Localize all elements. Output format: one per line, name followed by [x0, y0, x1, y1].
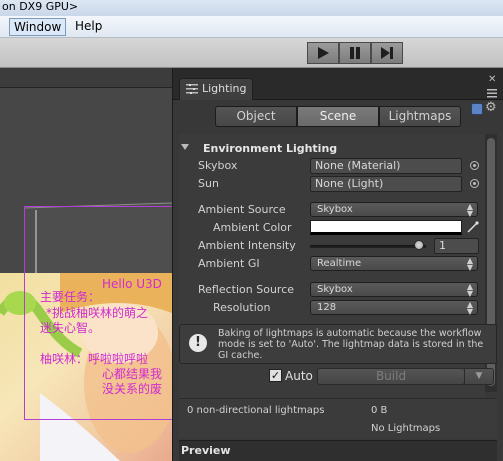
scene-text: 柚咲林：呼啦啦呼啦	[40, 352, 149, 366]
info-box: ! Baking of lightmaps is automatic becau…	[179, 324, 497, 364]
scene-view-header	[0, 68, 172, 88]
eyedropper-icon[interactable]	[467, 221, 479, 233]
info-text: Baking of lightmaps is automatic because…	[218, 328, 484, 361]
lightmap-count: 0 non-directional lightmaps	[187, 405, 325, 416]
lighting-tab[interactable]: Lighting	[179, 78, 253, 100]
play-icon	[318, 47, 329, 59]
section-header[interactable]: Environment Lighting	[179, 140, 485, 156]
tab-lightmaps[interactable]: Lightmaps	[379, 106, 461, 127]
scene-text: Hello U3D	[102, 277, 162, 291]
lighting-mode-tabs: Object Scene Lightmaps	[215, 106, 461, 127]
environment-lighting-section: Environment Lighting Skybox None (Materi…	[179, 134, 485, 434]
scene-text: 主要任务：	[40, 290, 101, 304]
ambient-intensity-input[interactable]: 1	[434, 238, 479, 254]
ambient-intensity-label: Ambient Intensity	[198, 239, 296, 252]
scene-text: 迷失心智。	[40, 321, 101, 335]
lightmap-status: No Lightmaps	[371, 423, 441, 434]
reflection-source-label: Reflection Source	[198, 283, 295, 296]
section-title: Environment Lighting	[203, 142, 338, 155]
menu-help[interactable]: Help	[71, 18, 106, 36]
menu-bar: Window Help	[0, 16, 503, 38]
sun-field[interactable]: None (Light)	[310, 176, 462, 192]
panel-menu-icon[interactable]	[486, 88, 500, 98]
ambient-gi-row: Ambient GI Realtime ▲ ▼	[179, 256, 485, 272]
ambient-source-row: Ambient Source Skybox ▲ ▼	[179, 202, 485, 218]
ambient-intensity-slider[interactable]	[310, 245, 426, 248]
dropdown-arrows-icon: ▲ ▼	[466, 282, 473, 298]
resolution-value: 128	[317, 302, 337, 313]
build-button[interactable]: Build	[317, 368, 465, 385]
object-picker-icon[interactable]	[470, 179, 479, 188]
dropdown-arrows-icon: ▲ ▼	[466, 256, 473, 272]
tab-scene[interactable]: Scene	[297, 106, 379, 127]
scene-text: 心都结果我	[102, 367, 163, 381]
ambient-source-dropdown[interactable]: Skybox ▲ ▼	[310, 202, 478, 218]
play-button[interactable]	[307, 42, 339, 64]
lighting-window: Lighting ✕ Object Scene Lightmaps ⚙ Envi…	[172, 68, 503, 461]
scene-text: *挑战柚咲林的萌之	[46, 306, 149, 320]
ambient-gi-label: Ambient GI	[198, 257, 260, 270]
ambient-gi-value: Realtime	[317, 258, 362, 269]
ambient-source-label: Ambient Source	[198, 203, 286, 216]
resolution-label: Resolution	[213, 301, 271, 314]
skybox-field[interactable]: None (Material)	[310, 158, 462, 174]
close-icon[interactable]: ✕	[488, 75, 498, 85]
skybox-row: Skybox None (Material)	[179, 158, 485, 174]
reflection-source-value: Skybox	[317, 284, 353, 295]
dropdown-arrows-icon: ▲ ▼	[466, 300, 473, 316]
lightmap-stats: 0 non-directional lightmaps 0 B No Light…	[179, 398, 497, 438]
step-icon	[381, 47, 393, 59]
toolbar	[0, 38, 503, 68]
pause-icon	[350, 47, 360, 59]
ambient-gi-dropdown[interactable]: Realtime ▲ ▼	[310, 256, 478, 272]
resolution-dropdown[interactable]: 128 ▲ ▼	[310, 300, 478, 316]
window-title: on DX9 GPU>	[0, 0, 503, 16]
ambient-intensity-row: Ambient Intensity 1	[179, 238, 485, 254]
skybox-label: Skybox	[198, 159, 238, 172]
slider-handle[interactable]	[414, 240, 425, 250]
ambient-color-label: Ambient Color	[213, 221, 292, 234]
playback-controls	[307, 42, 403, 64]
info-icon: !	[189, 334, 207, 352]
dropdown-arrows-icon: ▲ ▼	[466, 202, 473, 218]
step-button[interactable]	[371, 42, 403, 64]
tab-object[interactable]: Object	[215, 106, 297, 127]
lighting-tab-label: Lighting	[202, 82, 247, 95]
menu-window[interactable]: Window	[9, 18, 67, 36]
auto-label: Auto	[285, 369, 313, 383]
gear-icon[interactable]: ⚙	[485, 101, 499, 115]
ambient-color-swatch[interactable]	[310, 220, 462, 235]
sun-row: Sun None (Light)	[179, 176, 485, 192]
lighting-tab-icon	[186, 84, 198, 94]
preview-header[interactable]: Preview	[179, 440, 497, 461]
scene-text: 没关系的废	[102, 382, 163, 396]
reflection-source-dropdown[interactable]: Skybox ▲ ▼	[310, 282, 478, 298]
panel-tab-bar: Lighting ✕	[173, 68, 503, 100]
pause-button[interactable]	[339, 42, 371, 64]
ambient-color-row: Ambient Color	[179, 220, 485, 236]
reflection-source-row: Reflection Source Skybox ▲ ▼	[179, 282, 485, 298]
lightmap-size: 0 B	[371, 405, 388, 416]
foldout-arrow-icon	[181, 144, 189, 150]
object-picker-icon[interactable]	[470, 161, 479, 170]
build-options-dropdown[interactable]: ▼	[464, 368, 494, 385]
lock-icon[interactable]	[471, 103, 483, 115]
ambient-source-value: Skybox	[317, 204, 353, 215]
scene-view[interactable]: Hello U3D 主要任务： *挑战柚咲林的萌之 迷失心智。 柚咲林：呼啦啦呼…	[0, 68, 172, 461]
resolution-row: Resolution 128 ▲ ▼	[179, 300, 485, 316]
sun-label: Sun	[198, 177, 219, 190]
auto-checkbox[interactable]: ✓	[269, 369, 282, 382]
